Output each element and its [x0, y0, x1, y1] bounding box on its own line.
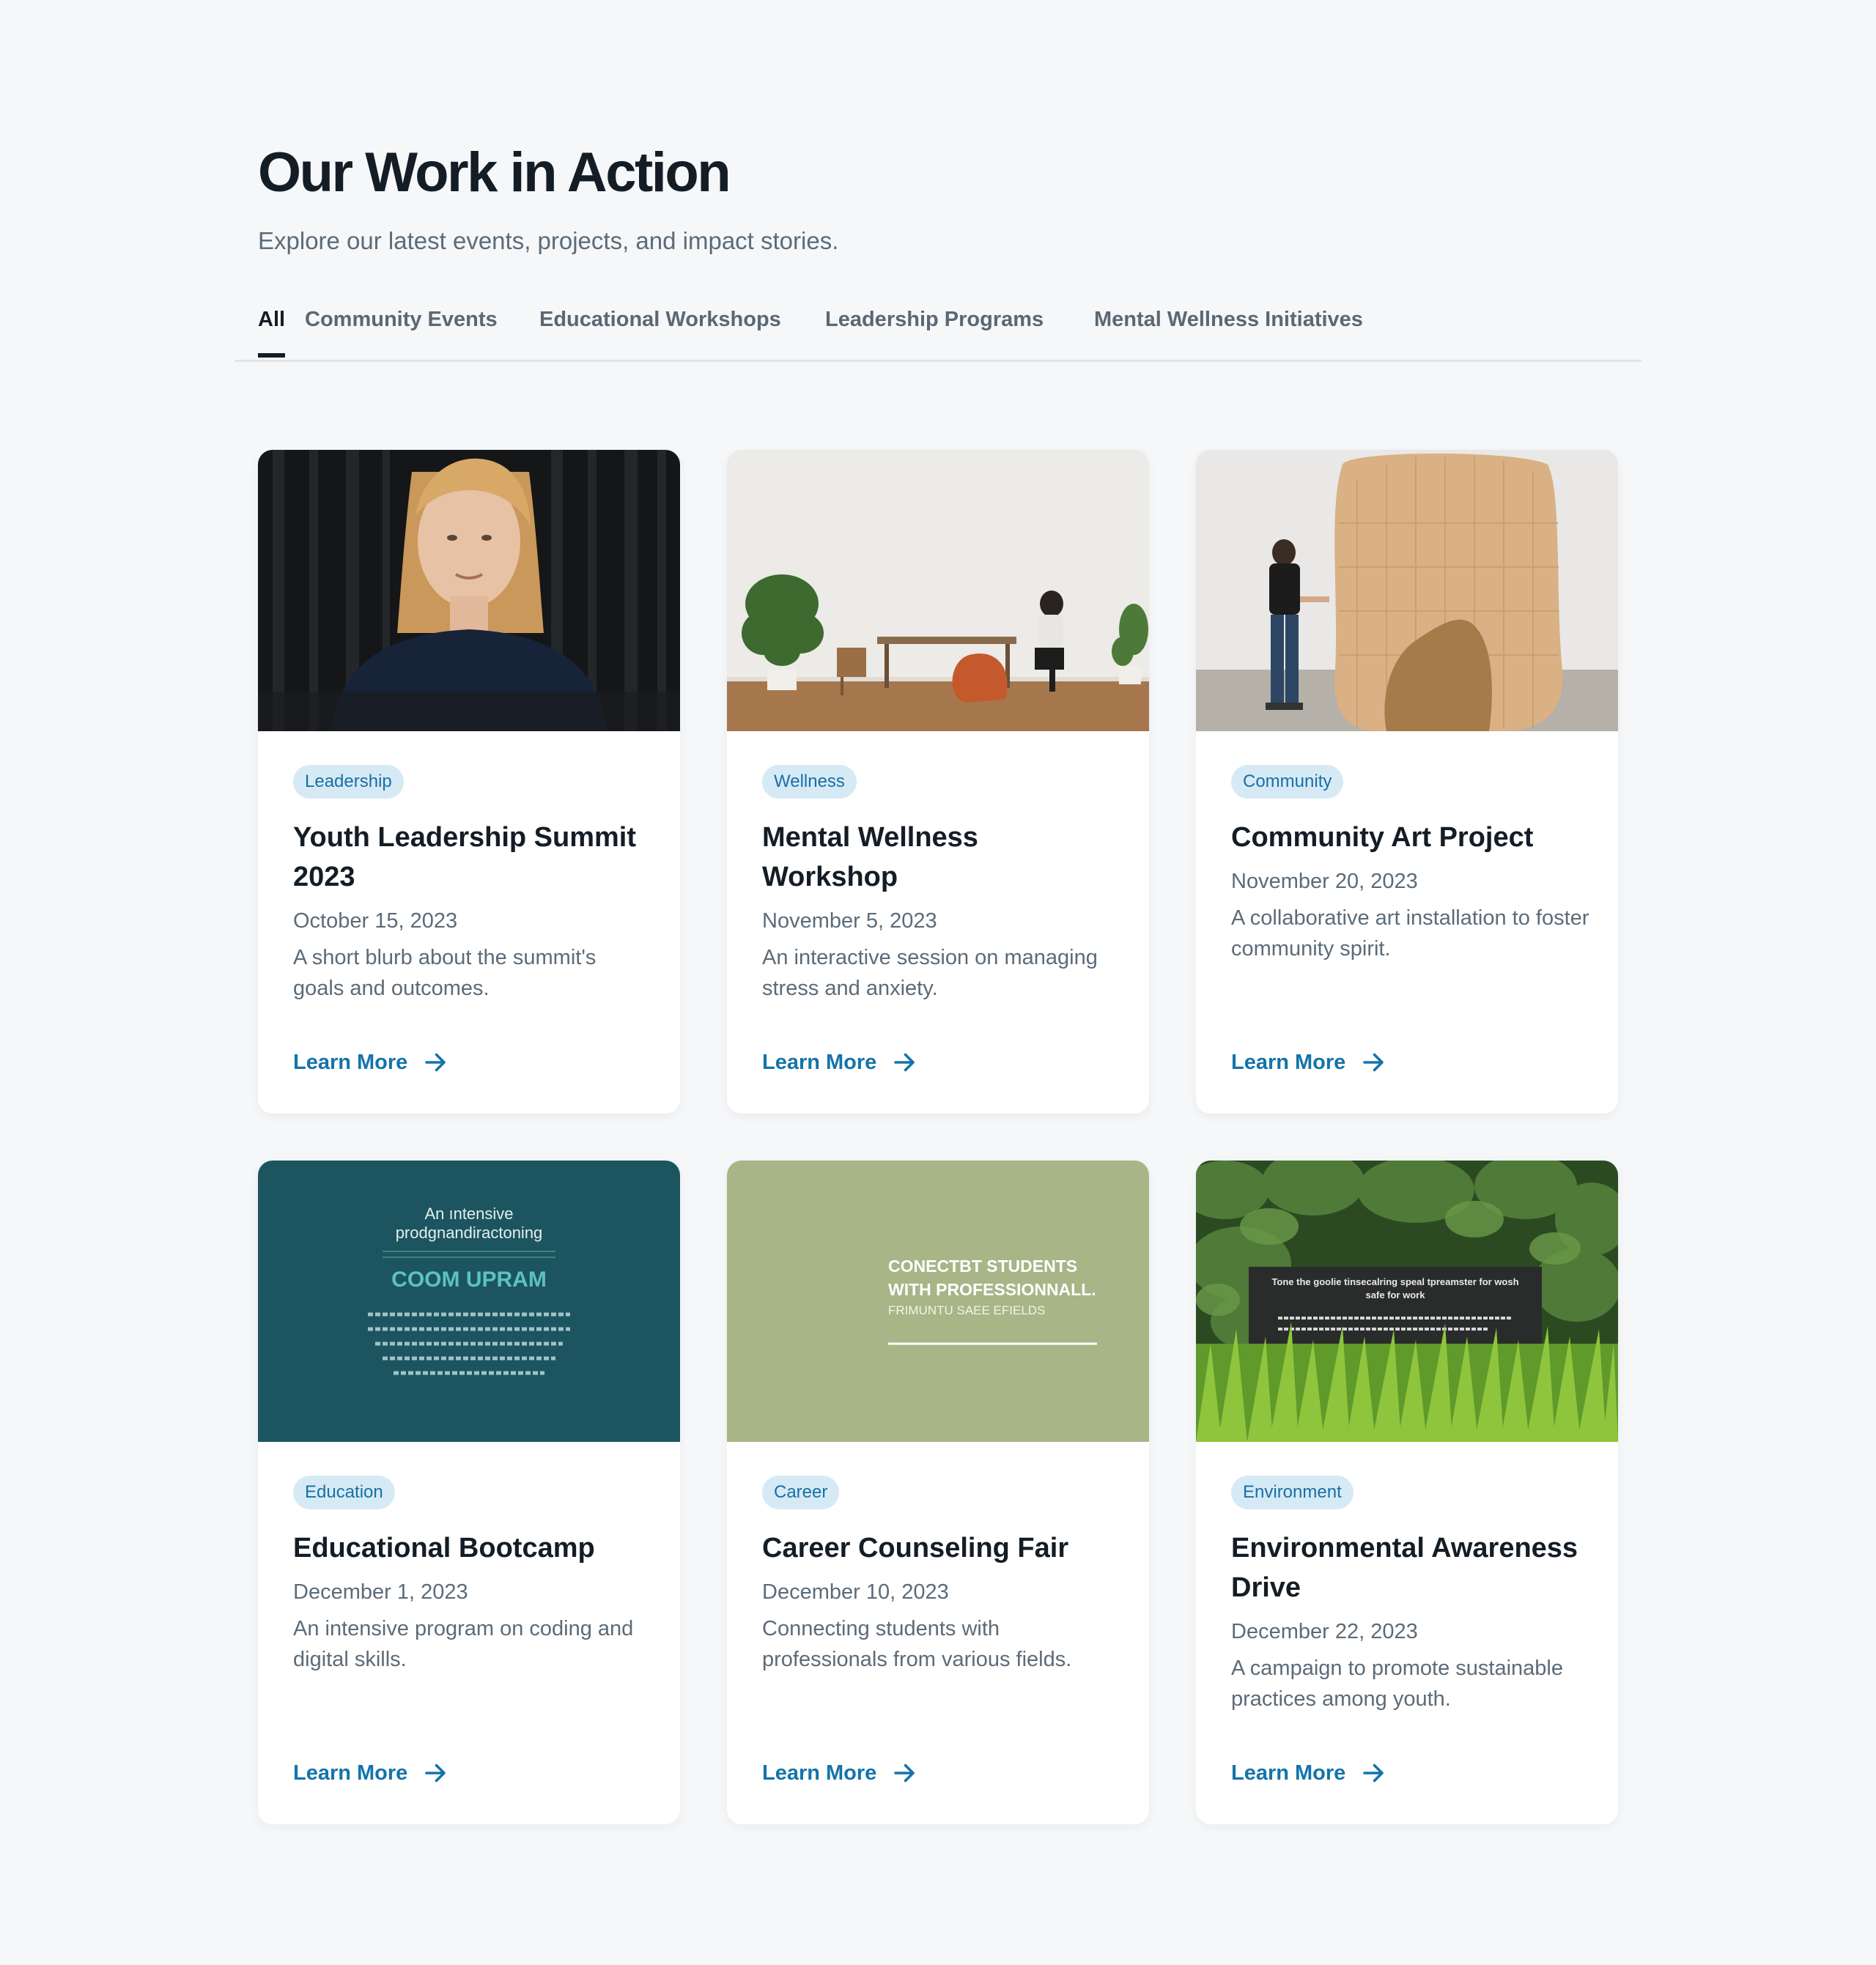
card-mental-wellness-workshop[interactable]: Wellness Mental Wellness Workshop Novemb… [727, 450, 1149, 1114]
arrow-right-icon [1363, 1764, 1384, 1783]
card-date: December 1, 2023 [293, 1580, 468, 1604]
card-title[interactable]: Mental Wellness Workshop [762, 818, 1121, 897]
category-badge: Environment [1231, 1476, 1354, 1509]
poster-line2: WITH PROFESSIONNALL. [888, 1280, 1096, 1299]
arrow-right-icon [894, 1764, 915, 1783]
card-date: October 15, 2023 [293, 909, 458, 933]
learn-more-link[interactable]: Learn More [762, 1760, 917, 1786]
card-title[interactable]: Educational Bootcamp [293, 1528, 652, 1568]
arrow-right-icon [425, 1053, 446, 1072]
card-image [1196, 450, 1618, 731]
card-description: A collaborative art installation to fost… [1231, 906, 1589, 961]
card-date: November 5, 2023 [762, 909, 937, 933]
learn-more-label: Learn More [762, 1050, 877, 1074]
learn-more-link[interactable]: Learn More [762, 1049, 917, 1076]
arrow-right-icon [425, 1764, 446, 1783]
learn-more-label: Learn More [293, 1050, 408, 1074]
card-description: A short blurb about the summit's goals a… [293, 946, 597, 1000]
tab-community-events[interactable]: Community Events [305, 308, 498, 332]
card-body: Career Career Counseling Fair December 1… [762, 1476, 1121, 1675]
card-environmental-awareness-drive[interactable]: Tone the goolie tinsecalring speal tprea… [1196, 1161, 1618, 1824]
category-badge: Leadership [293, 765, 404, 799]
card-youth-leadership-summit[interactable]: Leadership Youth Leadership Summit 2023 … [258, 450, 680, 1114]
card-description: An interactive session on managing stres… [762, 946, 1098, 1000]
filter-tabs: All Community Events Educational Worksho… [234, 293, 1642, 362]
card-title[interactable]: Youth Leadership Summit 2023 [293, 818, 652, 897]
tab-all[interactable]: All [258, 308, 286, 358]
card-image: An ıntensive prodgnandiractoning COOM UP… [258, 1161, 680, 1442]
card-date: December 22, 2023 [1231, 1620, 1418, 1643]
page-title: Our Work in Action [258, 141, 731, 204]
tab-leadership-programs[interactable]: Leadership Programs [825, 308, 1044, 332]
card-title[interactable]: Environmental Awareness Drive [1231, 1528, 1590, 1607]
card-body: Environment Environmental Awareness Driv… [1231, 1476, 1590, 1714]
sign-line1: Tone the goolie tinsecalring speal tprea… [1271, 1276, 1518, 1287]
tab-educational-workshops[interactable]: Educational Workshops [539, 308, 781, 332]
poster-line2: prodgnandiractoning [396, 1224, 543, 1242]
card-image: CONECTBT STUDENTS WITH PROFESSIONNALL. F… [727, 1161, 1149, 1442]
card-date: December 10, 2023 [762, 1580, 949, 1604]
category-badge: Community [1231, 765, 1344, 799]
teal-poster: An ıntensive prodgnandiractoning COOM UP… [258, 1161, 680, 1442]
card-date: November 20, 2023 [1231, 870, 1418, 893]
card-description: A campaign to promote sustainable practi… [1231, 1657, 1563, 1711]
learn-more-link[interactable]: Learn More [293, 1049, 448, 1076]
card-body: Community Community Art Project November… [1231, 765, 1590, 964]
card-body: Education Educational Bootcamp December … [293, 1476, 652, 1675]
card-community-art-project[interactable]: Community Community Art Project November… [1196, 450, 1618, 1114]
card-description: An intensive program on coding and digit… [293, 1617, 634, 1671]
sign-in-plants-photo: Tone the goolie tinsecalring speal tprea… [1196, 1161, 1618, 1442]
learn-more-label: Learn More [762, 1761, 877, 1785]
art-installation-photo [1196, 450, 1618, 731]
card-image [727, 450, 1149, 731]
arrow-right-icon [894, 1053, 915, 1072]
learn-more-link[interactable]: Learn More [293, 1760, 448, 1786]
tab-mental-wellness-initiatives[interactable]: Mental Wellness Initiatives [1094, 308, 1363, 332]
room-with-table-photo [727, 450, 1149, 731]
learn-more-label: Learn More [1231, 1761, 1346, 1785]
poster-line1: CONECTBT STUDENTS [888, 1257, 1077, 1276]
card-career-counseling-fair[interactable]: CONECTBT STUDENTS WITH PROFESSIONNALL. F… [727, 1161, 1149, 1824]
card-title[interactable]: Community Art Project [1231, 818, 1590, 857]
learn-more-label: Learn More [1231, 1050, 1346, 1074]
category-badge: Education [293, 1476, 395, 1509]
learn-more-link[interactable]: Learn More [1231, 1760, 1386, 1786]
category-badge: Career [762, 1476, 840, 1509]
card-image [258, 450, 680, 731]
learn-more-label: Learn More [293, 1761, 408, 1785]
learn-more-link[interactable]: Learn More [1231, 1049, 1386, 1076]
woman-portrait-photo [258, 450, 680, 731]
poster-heading: COOM UPRAM [391, 1268, 547, 1292]
card-body: Leadership Youth Leadership Summit 2023 … [293, 765, 652, 1004]
card-title[interactable]: Career Counseling Fair [762, 1528, 1121, 1568]
card-image: Tone the goolie tinsecalring speal tprea… [1196, 1161, 1618, 1442]
sign-line2: safe for work [1366, 1289, 1426, 1300]
poster-line3: FRIMUNTU SAEE EFIELDS [888, 1303, 1045, 1317]
card-educational-bootcamp[interactable]: An ıntensive prodgnandiractoning COOM UP… [258, 1161, 680, 1824]
card-description: Connecting students with professionals f… [762, 1617, 1072, 1671]
category-badge: Wellness [762, 765, 857, 799]
card-body: Wellness Mental Wellness Workshop Novemb… [762, 765, 1121, 1004]
arrow-right-icon [1363, 1053, 1384, 1072]
green-poster: CONECTBT STUDENTS WITH PROFESSIONNALL. F… [727, 1161, 1149, 1442]
poster-line1: An ıntensive [424, 1204, 513, 1223]
page-subtitle: Explore our latest events, projects, and… [258, 227, 839, 254]
